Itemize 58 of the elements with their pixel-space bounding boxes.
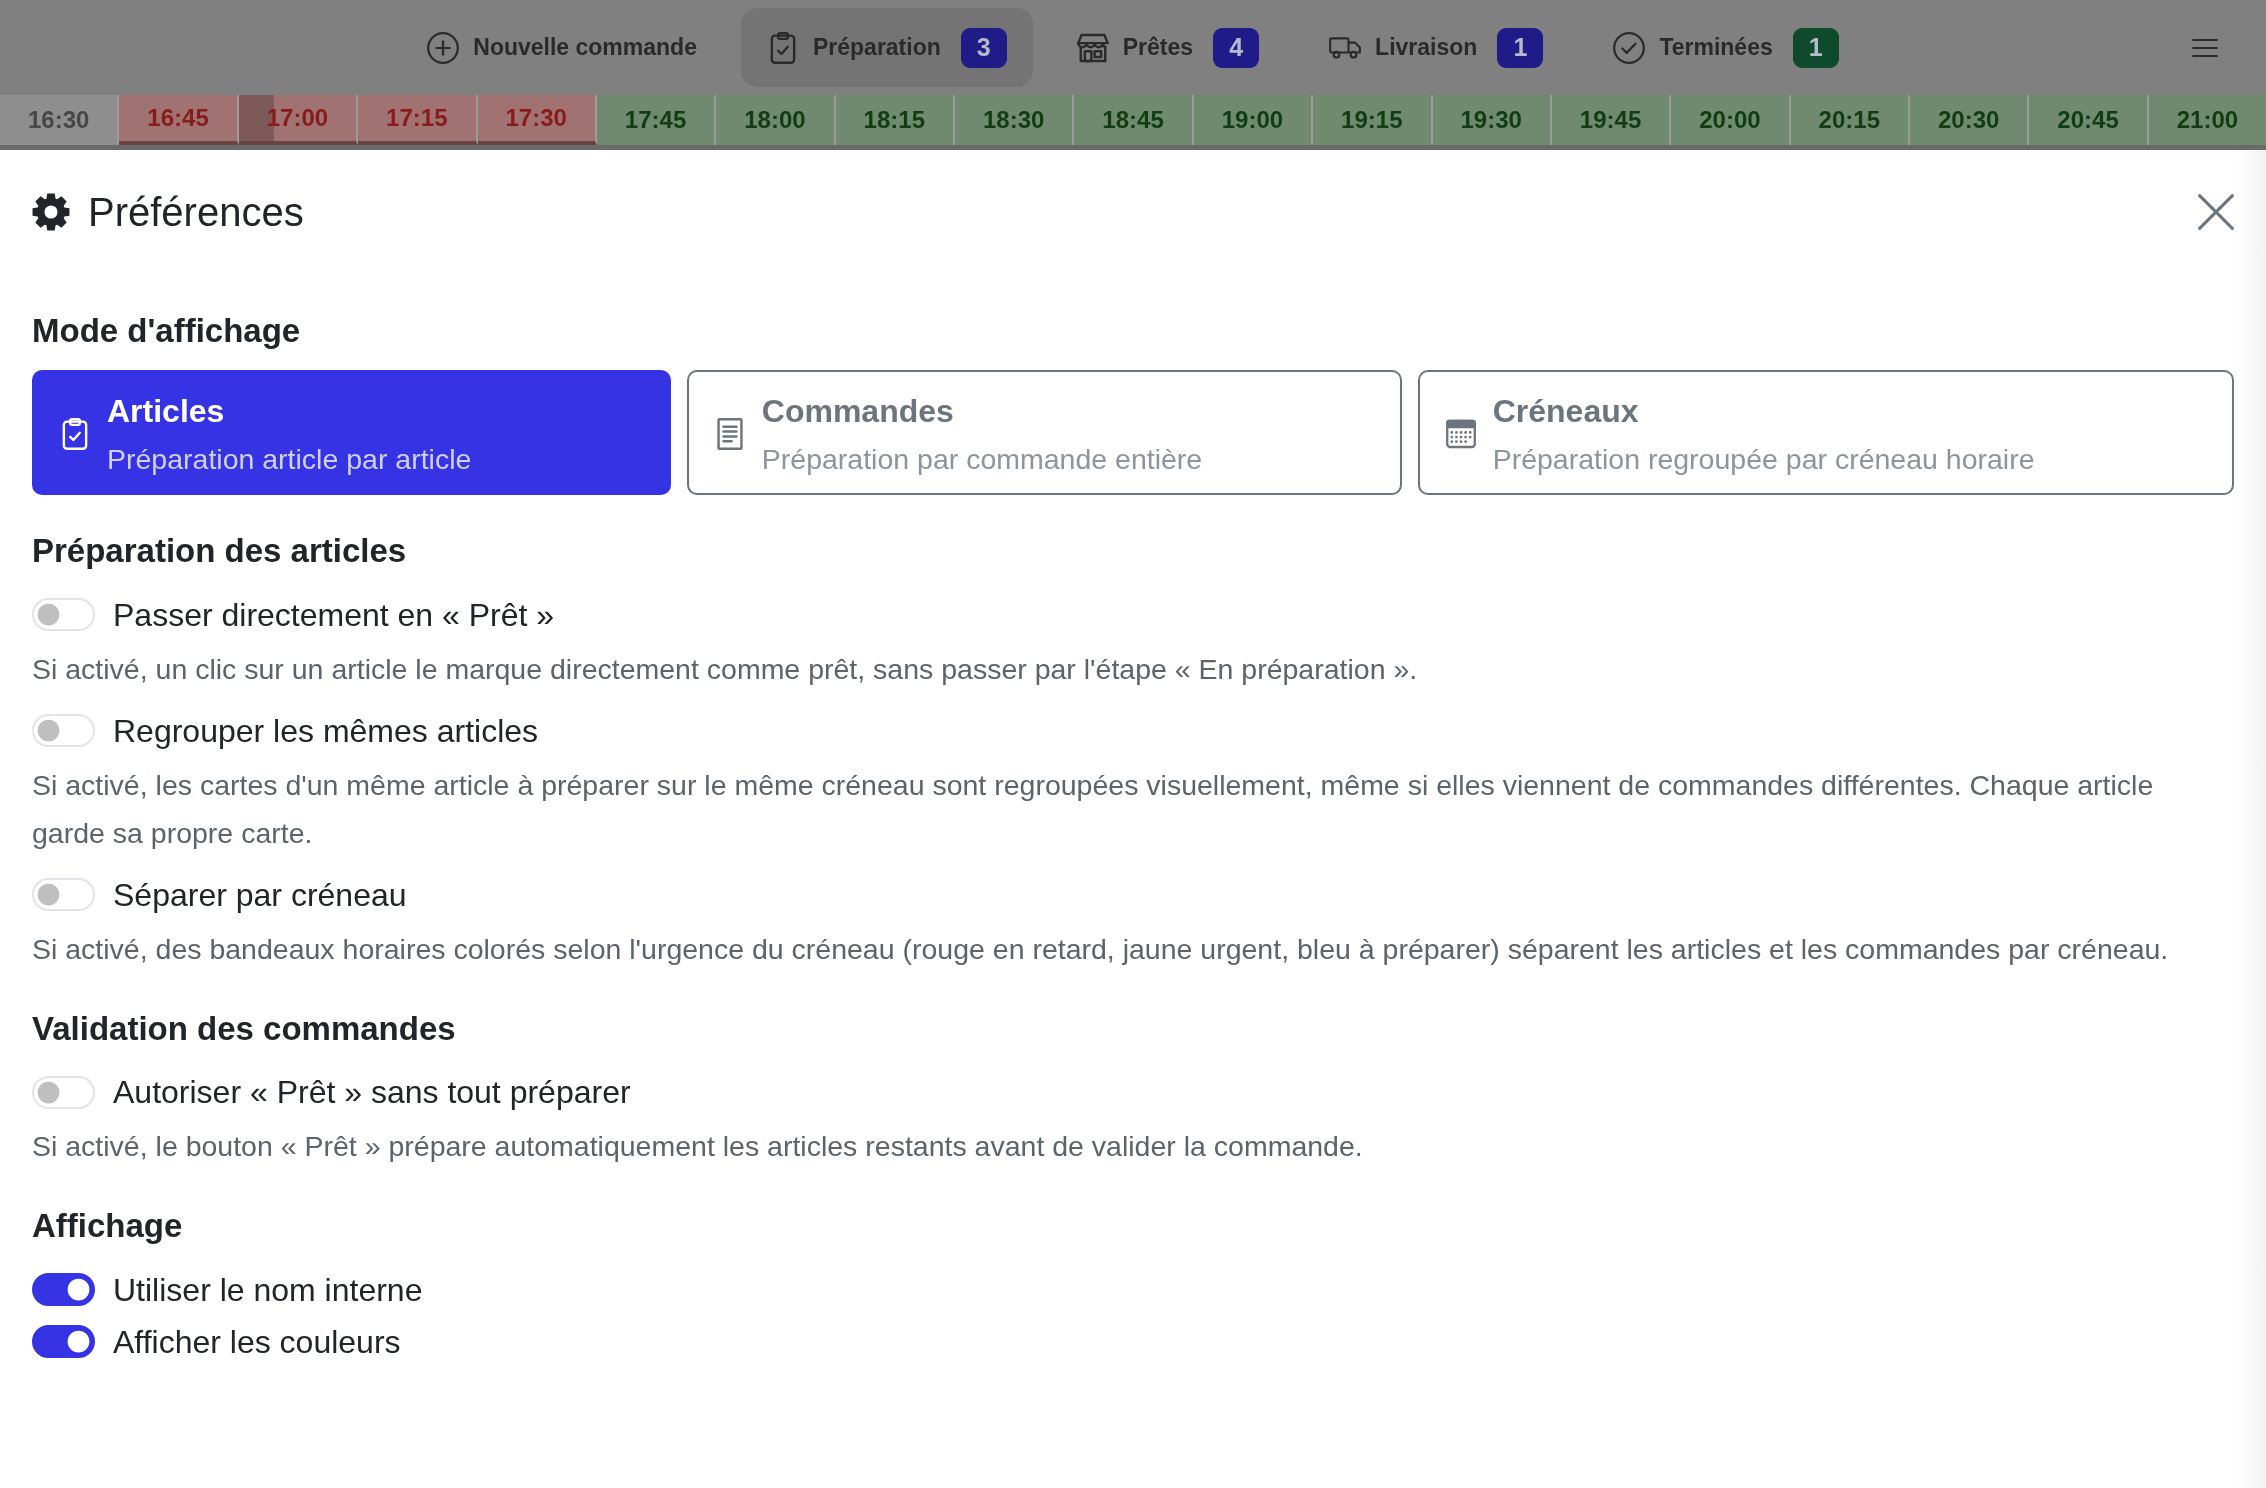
check-circle-icon	[1613, 31, 1646, 64]
setting-label: Séparer par créneau	[113, 875, 407, 915]
time-slot[interactable]: 19:30	[1432, 95, 1552, 145]
time-slot[interactable]: 19:15	[1313, 95, 1433, 145]
nav-tab[interactable]: Préparation 3	[740, 8, 1033, 87]
time-slot[interactable]: 18:00	[716, 95, 836, 145]
nav-tab[interactable]: Livraison 1	[1303, 8, 1570, 87]
setting-description: Si activé, des bandeaux horaires colorés selon l'urgence du créneau (rouge en retard, jaune urgent, bleu à préparer) séparent les articles et les commandes par créneau.	[32, 931, 2170, 967]
setting-label: Regrouper les mêmes articles	[113, 711, 539, 751]
setting-description: Si activé, un clic sur un article le marque directement comme prêt, sans passer par l'étape « En préparation ».	[32, 651, 1419, 687]
display-mode-option[interactable]: Commandes Préparation par commande entière	[686, 369, 1402, 496]
nav-tab[interactable]: Prêtes 4	[1050, 8, 1286, 87]
setting-label: Utiliser le nom interne	[113, 1270, 423, 1310]
time-slot[interactable]: 20:00	[1671, 95, 1791, 145]
time-slot[interactable]: 20:45	[2029, 95, 2149, 145]
setting-description: Si activé, le bouton « Prêt » prépare automatiquement les articles restants avant de valider la commande.	[32, 1129, 1364, 1165]
calendar-icon	[1445, 417, 1476, 450]
nav-tab[interactable]: Terminées 1	[1587, 8, 1865, 87]
time-slot[interactable]: 18:45	[1074, 95, 1194, 145]
setting-label: Passer directement en « Prêt »	[113, 595, 555, 635]
preferences-title: Préférences	[88, 189, 304, 236]
time-slot[interactable]: 20:15	[1790, 95, 1910, 145]
time-slot[interactable]: 19:00	[1193, 95, 1314, 145]
gear-icon	[32, 193, 70, 231]
time-slot[interactable]: 17:00	[238, 95, 359, 145]
count-badge: 4	[1213, 27, 1260, 68]
display-mode-option[interactable]: Articles Préparation article par article	[32, 369, 671, 496]
display-mode-option[interactable]: Créneaux Préparation regroupée par créneau horaire	[1417, 369, 2234, 496]
time-slot[interactable]: 17:30	[477, 95, 597, 145]
time-slot[interactable]: 18:30	[955, 95, 1075, 145]
time-slot[interactable]: 17:15	[358, 95, 478, 145]
section-heading: Affichage	[32, 1206, 184, 1246]
count-badge: 1	[1792, 27, 1839, 68]
section-heading: Mode d'affichage	[32, 311, 302, 351]
time-slot[interactable]: 16:30	[0, 95, 120, 145]
plus-circle-icon	[427, 31, 460, 64]
time-slot[interactable]: 19:45	[1551, 95, 1672, 145]
setting-description: Si activé, les cartes d'un même article à préparer sur le même créneau sont regroupées visuellement, même si elles viennent de commandes différentes. Chaque article garde sa propre carte.	[32, 767, 2155, 851]
setting-label: Afficher les couleurs	[113, 1322, 401, 1362]
toggle-switch[interactable]	[32, 1273, 95, 1307]
toggle-switch[interactable]	[32, 1325, 95, 1359]
count-badge: 3	[960, 27, 1007, 68]
menu-icon	[2192, 37, 2218, 58]
time-slot[interactable]: 18:15	[835, 95, 955, 145]
section-heading: Validation des commandes	[32, 1008, 457, 1049]
time-slot[interactable]: 20:30	[1910, 95, 2030, 145]
close-button[interactable]	[2198, 194, 2234, 230]
nav-tab[interactable]: Nouvelle commande	[401, 8, 723, 87]
setting-label: Autoriser « Prêt » sans tout préparer	[113, 1073, 631, 1113]
time-slot[interactable]: 21:00	[2148, 95, 2266, 145]
receipt-icon	[714, 417, 745, 450]
time-slot[interactable]: 17:45	[596, 95, 717, 145]
section-heading: Préparation des articles	[32, 531, 408, 571]
time-slot[interactable]: 16:45	[119, 95, 239, 145]
clipboard-check-icon	[60, 417, 90, 450]
close-icon	[2198, 194, 2234, 230]
store-icon	[1076, 31, 1109, 64]
count-badge: 1	[1497, 27, 1544, 68]
